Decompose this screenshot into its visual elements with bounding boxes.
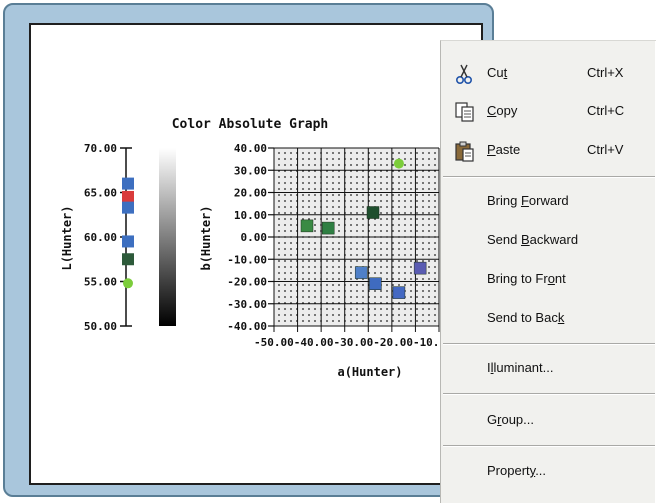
menu-item-illuminant[interactable]: Illuminant...	[441, 353, 656, 385]
ab-marker	[393, 158, 404, 169]
b-axis-label: b(Hunter)	[199, 205, 213, 270]
menu-item-cut[interactable]: Cut Ctrl+X	[441, 58, 656, 90]
menu-label-copy: Copy	[487, 103, 518, 118]
ab-marker	[392, 286, 406, 299]
menu-separator	[443, 393, 655, 395]
menu-label-cut: Cut	[487, 65, 508, 80]
menu-label-paste: Paste	[487, 142, 521, 157]
b-axis-tick-label: 20.00	[234, 187, 267, 200]
menu-item-bring-to-front[interactable]: Bring to Front	[441, 264, 656, 296]
l-marker	[122, 253, 134, 266]
context-menu: Cut Ctrl+X Copy Ctrl+C Paste Ctrl+V Brin…	[440, 40, 656, 503]
b-axis-tick-label: 30.00	[234, 164, 267, 177]
menu-shortcut-copy: Ctrl+C	[587, 103, 625, 118]
menu-item-send-to-back[interactable]: Send to Back	[441, 303, 656, 335]
copy-icon	[455, 102, 474, 122]
ab-marker	[321, 221, 335, 235]
menu-shortcut-paste: Ctrl+V	[587, 142, 624, 157]
b-axis-tick-label: -20.00	[227, 276, 267, 289]
lightness-gradient-bar	[159, 148, 176, 326]
paste-icon	[455, 141, 474, 162]
ab-marker	[369, 277, 382, 290]
l-axis-label: L(Hunter)	[60, 205, 74, 270]
menu-label-property: Property...	[487, 463, 547, 478]
b-axis-tick-label: 0.00	[241, 231, 268, 244]
l-marker	[122, 201, 134, 214]
menu-separator	[443, 343, 655, 345]
l-axis-tick-label: 70.00	[84, 142, 117, 155]
menu-item-copy[interactable]: Copy Ctrl+C	[441, 96, 656, 128]
b-axis: b(Hunter) 40.00 30.00 20.00 10.00 0.00 -10.00…	[199, 142, 274, 333]
menu-item-send-backward[interactable]: Send Backward	[441, 225, 656, 257]
chart-title: Color Absolute Graph	[172, 117, 329, 132]
b-axis-tick-label: -30.00	[227, 298, 267, 311]
ab-marker	[354, 266, 368, 279]
scissors-icon	[455, 64, 473, 85]
b-axis-tick-label: -10.00	[227, 253, 267, 266]
menu-label-illuminant: Illuminant...	[487, 360, 554, 375]
l-series	[122, 177, 134, 289]
menu-label-bring-forward: Bring Forward	[487, 193, 569, 208]
a-axis-label: a(Hunter)	[337, 365, 402, 379]
l-marker	[122, 235, 134, 248]
menu-label-group: Group...	[487, 412, 534, 427]
l-axis-tick-label: 60.00	[84, 231, 117, 244]
menu-label-bring-to-front: Bring to Front	[487, 271, 566, 286]
menu-item-paste[interactable]: Paste Ctrl+V	[441, 135, 656, 167]
b-axis-tick-label: -40.00	[227, 320, 267, 333]
menu-separator	[443, 176, 655, 178]
menu-item-property[interactable]: Property...	[441, 456, 656, 488]
menu-separator	[443, 445, 655, 447]
ab-marker	[366, 206, 380, 219]
l-marker	[122, 177, 134, 190]
l-axis: L(Hunter) 70.00 65.00 60.00 55.00 50.00	[60, 142, 132, 333]
menu-label-send-to-back: Send to Back	[487, 310, 565, 325]
ab-marker	[413, 261, 427, 275]
l-marker	[123, 278, 133, 289]
l-axis-tick-label: 50.00	[84, 320, 117, 333]
l-axis-tick-label: 65.00	[84, 187, 117, 200]
menu-item-group[interactable]: Group...	[441, 405, 656, 437]
l-axis-tick-label: 55.00	[84, 276, 117, 289]
b-axis-tick-label: 40.00	[234, 142, 267, 155]
b-axis-tick-label: 10.00	[234, 209, 267, 222]
menu-shortcut-cut: Ctrl+X	[587, 65, 624, 80]
menu-label-send-backward: Send Backward	[487, 232, 579, 247]
ab-marker	[300, 219, 314, 233]
l-marker	[122, 190, 134, 203]
menu-item-bring-forward[interactable]: Bring Forward	[441, 186, 656, 218]
